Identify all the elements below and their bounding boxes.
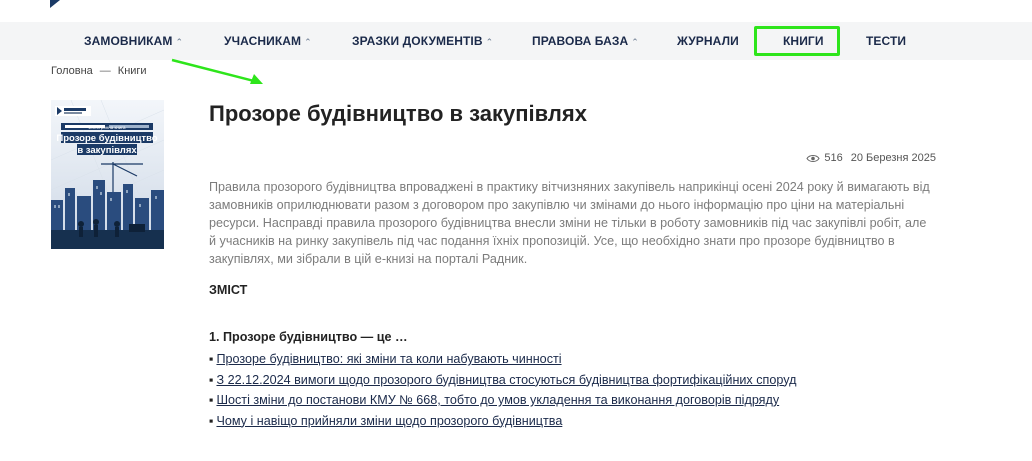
toc-list: ▪ Прозоре будівництво: які зміни та коли …	[209, 349, 969, 431]
nav-label: ЗРАЗКИ ДОКУМЕНТІВ	[352, 34, 483, 48]
chevron-up-icon: ⌃	[304, 37, 312, 47]
nav-label: ПРАВОВА БАЗА	[532, 34, 629, 48]
annotation-arrow-icon	[171, 58, 263, 84]
nav-item-uchasnykam[interactable]: УЧАСНИКАМ ⌃	[224, 22, 312, 60]
list-item: ▪ З 22.12.2024 вимоги щодо прозорого буді…	[209, 370, 969, 391]
toc-heading: ЗМІСТ	[209, 283, 248, 297]
chevron-up-icon: ⌃	[485, 37, 494, 47]
breadcrumb-separator: —	[99, 65, 111, 77]
chevron-up-icon: ⌃	[175, 37, 184, 47]
toc-link[interactable]: З 22.12.2024 вимоги щодо прозорого будів…	[216, 373, 796, 387]
page-title: Прозоре будівництво в закупівлях	[209, 101, 587, 126]
toc-link[interactable]: Шості зміни до постанови КМУ № 668, тобт…	[216, 393, 779, 407]
top-header-strip	[0, 0, 1032, 22]
list-item: ▪ Шості зміни до постанови КМУ № 668, тоб…	[209, 390, 969, 411]
cover-title-line1: Прозоре будівництво	[56, 133, 157, 144]
toc-link[interactable]: Прозоре будівництво: які зміни та коли н…	[216, 352, 561, 366]
nav-label: УЧАСНИКАМ	[224, 34, 302, 48]
toc-section-heading: 1. Прозоре будівництво — це …	[209, 330, 408, 344]
nav-item-testy[interactable]: ТЕСТИ	[866, 22, 906, 60]
view-count: 516	[824, 152, 843, 164]
cover-title-line2: в закупівлях	[77, 145, 137, 156]
logo-fragment[interactable]	[50, 0, 60, 8]
toc-link[interactable]: Чому і навіщо прийняли зміни щодо прозор…	[216, 414, 562, 428]
nav-label: ТЕСТИ	[866, 34, 907, 48]
nav-label: ЗАМОВНИКАМ	[84, 34, 173, 48]
article-meta: 516 20 Березня 2025	[806, 152, 936, 164]
publish-date: 20 Березня 2025	[850, 152, 936, 164]
annotation-highlight-box	[754, 26, 840, 56]
chevron-up-icon: ⌃	[631, 37, 639, 47]
cover-kicker: Електронна книга	[89, 125, 126, 130]
list-item: ▪ Чому і навіщо прийняли зміни щодо прозо…	[209, 411, 969, 432]
breadcrumb: Головна — Книги	[51, 65, 147, 77]
nav-item-zrazky-dokumentiv[interactable]: ЗРАЗКИ ДОКУМЕНТІВ ⌃	[352, 22, 493, 60]
bullet-icon: ▪	[209, 413, 214, 428]
nav-item-zamovnykam[interactable]: ЗАМОВНИКАМ ⌃	[84, 22, 183, 60]
nav-item-pravova-baza[interactable]: ПРАВОВА БАЗА ⌃	[532, 22, 639, 60]
bullet-icon: ▪	[209, 393, 214, 407]
eye-icon	[806, 154, 820, 162]
main-nav: ЗАМОВНИКАМ ⌃ УЧАСНИКАМ ⌃ ЗРАЗКИ ДОКУМЕНТІВ…	[0, 22, 1032, 60]
breadcrumb-home-link[interactable]: Головна	[51, 65, 93, 77]
bullet-icon: ▪	[209, 352, 214, 366]
book-cover-image[interactable]: Електронна книга Прозоре будівництво в з…	[51, 100, 164, 249]
nav-label: ЖУРНАЛИ	[677, 34, 739, 48]
article-lead: Правила прозорого будівництва впроваджен…	[209, 180, 930, 266]
list-item: ▪ Прозоре будівництво: які зміни та коли …	[209, 349, 969, 370]
bullet-icon: ▪	[209, 372, 214, 387]
nav-item-zhurnaly[interactable]: ЖУРНАЛИ	[677, 22, 739, 60]
breadcrumb-current: Книги	[117, 65, 147, 77]
